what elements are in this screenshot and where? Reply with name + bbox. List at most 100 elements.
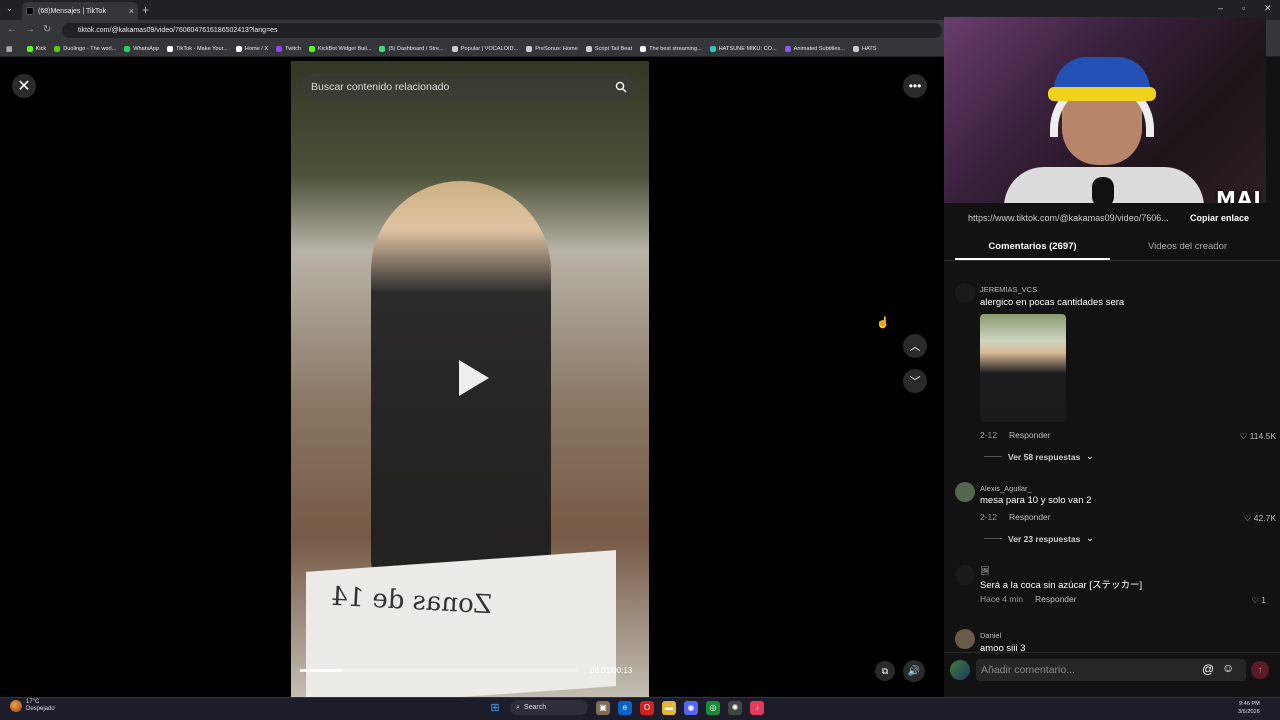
bookmark-label: TikTok - Make Your...	[176, 45, 228, 52]
bookmark-label: Duolingo - The worl...	[63, 45, 117, 52]
play-icon[interactable]	[455, 358, 491, 398]
windows-start-icon[interactable]: ⊞	[488, 701, 502, 715]
video-progress-bar[interactable]	[300, 669, 578, 672]
chevron-down-icon: ⌄	[1086, 451, 1094, 461]
maximize-icon[interactable]: ▫	[1242, 3, 1245, 13]
bookmark-item[interactable]: KickBot Widget Buil...	[308, 45, 372, 52]
bookmark-item[interactable]: Script Tail Beat	[585, 45, 632, 52]
discord-icon[interactable]: ◉	[684, 700, 698, 715]
bookmark-item[interactable]: The best streaming...	[640, 45, 702, 52]
bookmark-favicon-icon	[235, 45, 242, 52]
chrome-icon[interactable]: ◎	[706, 700, 720, 715]
music-icon[interactable]: ♪	[750, 700, 764, 715]
taskbar-search[interactable]: ⌕ Search	[510, 700, 588, 715]
share-link-text[interactable]: https://www.tiktok.com/@kakamas09/video/…	[958, 213, 1178, 223]
bookmark-item[interactable]: HATS	[852, 45, 876, 52]
bookmark-label: HATSUNE MIKU: CO...	[718, 45, 777, 52]
browser-tab[interactable]: (68)Mensajes | TikTok ×	[22, 2, 138, 20]
bookmark-item[interactable]: Twitch	[276, 45, 301, 52]
back-icon[interactable]: ←	[7, 24, 17, 35]
bookmark-item[interactable]: (5) Dashboard / Stre...	[379, 45, 444, 52]
forward-icon[interactable]: →	[25, 24, 35, 35]
previous-video-icon[interactable]: ︿	[903, 334, 927, 358]
like-button[interactable]: ♡ 42.7K	[1226, 513, 1276, 524]
streamer-cap-brim	[1048, 87, 1156, 101]
view-replies-button[interactable]: Ver 23 respuestas ⌄	[984, 533, 1093, 544]
reload-icon[interactable]: ↻	[43, 24, 51, 35]
like-count: 42.7K	[1253, 513, 1276, 523]
comment-image[interactable]	[980, 314, 1066, 422]
like-count: 1	[1261, 595, 1266, 605]
volume-icon[interactable]: 🔊	[903, 660, 925, 682]
comment-username[interactable]: Alexis_Aguilar_	[980, 484, 1032, 493]
bookmark-favicon-icon	[585, 45, 592, 52]
reply-button[interactable]: Responder	[1009, 430, 1051, 440]
bookmark-label: WhatsApp	[133, 45, 160, 52]
bookmark-label: KickBot Widget Buil...	[317, 45, 372, 52]
view-replies-button[interactable]: Ver 58 respuestas ⌄	[984, 451, 1093, 462]
bookmark-favicon-icon	[308, 45, 315, 52]
close-video-button[interactable]: ✕	[12, 74, 36, 98]
bookmark-item[interactable]: Kick	[26, 45, 46, 52]
reply-button[interactable]: Responder	[1035, 594, 1077, 604]
tab-search-icon[interactable]: ⌄	[6, 4, 13, 13]
emoji-icon[interactable]: ☺	[1222, 661, 1234, 675]
minimize-icon[interactable]: –	[1218, 3, 1223, 13]
bookmark-item[interactable]: WhatsApp	[124, 45, 160, 52]
picture-in-picture-icon[interactable]: ⧉	[875, 661, 895, 681]
comment-username[interactable]: 🖼	[980, 566, 990, 575]
comment-username[interactable]: JEREMIAS_VCS	[980, 285, 1037, 294]
comment-avatar[interactable]	[955, 565, 975, 585]
tab-close-icon[interactable]: ×	[129, 6, 134, 16]
apps-grid-icon[interactable]: ▦	[6, 45, 13, 53]
comment-avatar[interactable]	[955, 482, 975, 502]
send-button[interactable]: ↑	[1251, 661, 1269, 679]
bookmark-item[interactable]: TikTok - Make Your...	[167, 45, 228, 52]
comment-username[interactable]: Daniel	[980, 631, 1001, 640]
bookmark-item[interactable]: Animated Subtitles...	[784, 45, 845, 52]
bookmark-item[interactable]: Popular | VOCALOID...	[451, 45, 518, 52]
copy-link-button[interactable]: Copiar enlace	[1190, 213, 1249, 223]
bookmark-item[interactable]: HATSUNE MIKU: CO...	[709, 45, 777, 52]
bookmark-label: Home / X	[244, 45, 269, 52]
task-view-icon[interactable]: ▣	[596, 700, 610, 715]
bookmark-favicon-icon	[54, 45, 61, 52]
comment-meta: 2-12 Responder	[980, 430, 1051, 440]
new-tab-button[interactable]: +	[142, 3, 149, 17]
comment-date: 2-12	[980, 512, 998, 522]
next-video-icon[interactable]: ﹀	[903, 369, 927, 393]
like-button[interactable]: ♡ 114.5K	[1226, 431, 1276, 442]
taskbar-apps: ⊞ ⌕ Search ▣ e O ▬ ◉ ◎ ✺ ♪	[488, 700, 764, 715]
bookmark-favicon-icon	[276, 45, 283, 52]
reply-button[interactable]: Responder	[1009, 512, 1051, 522]
url-field[interactable]: tiktok.com/@kakamas09/video/760604761618…	[62, 23, 942, 38]
tab-comments[interactable]: Comentarios (2697)	[955, 238, 1110, 260]
search-icon[interactable]	[612, 78, 630, 96]
view-replies-label: Ver 58 respuestas	[1008, 451, 1081, 462]
tab-creator-videos[interactable]: Videos del creador	[1110, 238, 1265, 260]
bookmark-item[interactable]: Home / X	[235, 45, 269, 52]
like-button[interactable]: ♡ 1	[1216, 595, 1266, 606]
video-frame-sign	[306, 550, 616, 697]
opera-icon[interactable]: O	[640, 700, 654, 715]
weather-widget[interactable]: 17°C Despejado	[10, 699, 55, 713]
edge-icon[interactable]: e	[618, 700, 632, 715]
bookmark-item[interactable]: Duolingo - The worl...	[54, 45, 117, 52]
bookmark-favicon-icon	[451, 45, 458, 52]
file-explorer-icon[interactable]: ▬	[662, 700, 676, 715]
window-close-icon[interactable]: ✕	[1264, 3, 1272, 14]
chatgpt-icon[interactable]: ✺	[728, 700, 742, 715]
more-options-icon[interactable]: •••	[903, 74, 927, 98]
bookmark-label: PreSonus: Home	[535, 45, 578, 52]
mention-icon[interactable]: @	[1202, 662, 1214, 676]
comment-meta: 2-12 Responder	[980, 512, 1051, 522]
comment-avatar[interactable]	[955, 629, 975, 649]
comment-date: Hace 4 min	[980, 594, 1023, 604]
taskbar-clock[interactable]: 9:46 PM 3/6/2026	[1238, 700, 1260, 716]
bookmark-item[interactable]: PreSonus: Home	[526, 45, 578, 52]
my-avatar[interactable]	[950, 660, 970, 680]
bookmark-favicon-icon	[379, 45, 386, 52]
like-count: 114.5K	[1249, 431, 1276, 441]
related-search-input[interactable]: Buscar contenido relacionado	[301, 73, 637, 101]
comment-avatar[interactable]	[955, 283, 975, 303]
